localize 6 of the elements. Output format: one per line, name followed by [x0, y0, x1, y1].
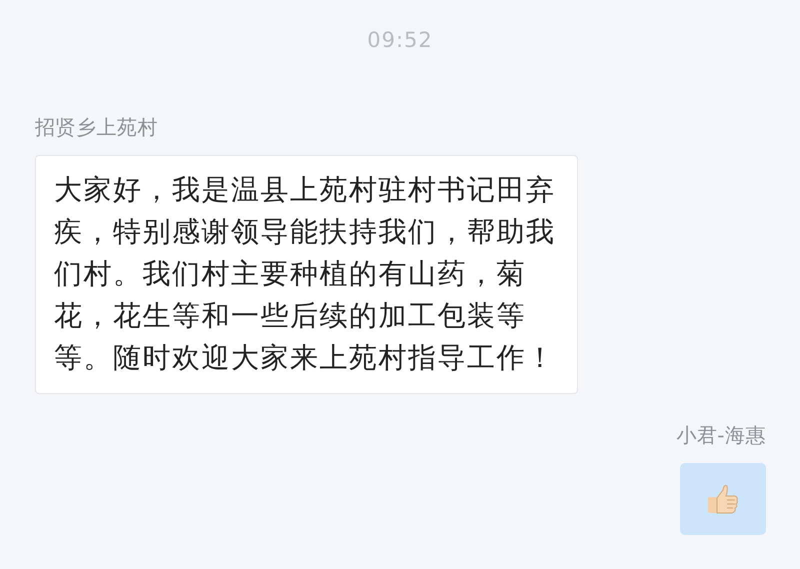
message-bubble: 大家好，我是温县上苑村驻村书记田弃疾，特别感谢领导能扶持我们，帮助我们村。我们村主要种植的有山药，菊花，花生等和一些后续的加工包装等等。随时欢迎大家来上苑村指导工作！ — [35, 155, 578, 394]
timestamp: 09:52 — [367, 28, 433, 54]
sender-name: 招贤乡上苑村 — [35, 114, 158, 141]
thumbs-up-icon — [706, 482, 740, 516]
sticker-image[interactable] — [680, 463, 766, 535]
sender-name: 小君-海惠 — [676, 422, 766, 449]
